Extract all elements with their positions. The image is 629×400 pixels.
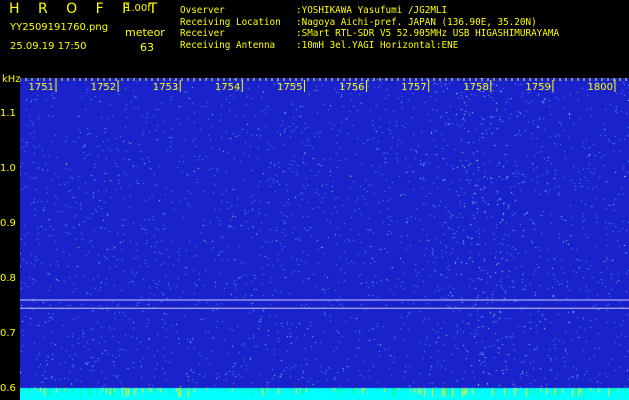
info-row-receiver: Receiver :SMart RTL-SDR V5 52.905MHz USB … [180, 28, 559, 40]
x-tick-label: 1755 [277, 82, 302, 93]
info-row-observer: Ovserver :YOSHIKAWA Yasufumi /JG2MLI [180, 5, 559, 17]
header: H R O F F T 1.00f YY2509191760.png meteo… [0, 0, 629, 76]
y-tick-label: 0.8 [0, 272, 16, 284]
y-tick-label: 0.6 [0, 382, 16, 394]
info-key: Receiving Antenna [180, 39, 276, 51]
info-value: :YOSHIKAWA Yasufumi /JG2MLI [296, 5, 448, 16]
spectrogram-plot: 1751 1752 1753 1754 1755 1756 1757 1758 1759 1800 [20, 78, 629, 400]
station-info: Ovserver :YOSHIKAWA Yasufumi /JG2MLI Rece… [180, 5, 559, 51]
x-tick-label: 1757 [401, 82, 426, 93]
y-tick-label: 0.7 [0, 327, 16, 339]
info-key: Ovserver [180, 5, 225, 16]
info-key: Receiving Location [180, 16, 281, 28]
x-tick-label: 1753 [153, 82, 178, 93]
meteor-label: meteor [125, 26, 165, 39]
y-tick-label: 0.9 [0, 217, 16, 229]
info-row-antenna: Receiving Antenna :10mH 3el.YAGI Horizont… [180, 40, 559, 52]
y-axis-ticks: 1.1 1.0 0.9 0.8 0.7 0.6 [0, 0, 20, 400]
x-tick-label: 1752 [91, 82, 116, 93]
spectrogram-overlay: 1751 1752 1753 1754 1755 1756 1757 1758 1759 1800 [20, 78, 629, 309]
x-tick-label: 1759 [525, 82, 550, 93]
x-tick-label: 1754 [215, 82, 240, 93]
x-tick-label: 1800 [588, 82, 613, 93]
x-tick-label: 1756 [339, 82, 364, 93]
version-label: 1.00f [125, 3, 151, 14]
y-tick-label: 1.0 [0, 162, 16, 174]
meteor-count: 63 [140, 41, 154, 54]
info-row-location: Receiving Location :Nagoya Aichi-pref. JA… [180, 17, 559, 29]
datetime-label: 25.09.19 17:50 [10, 41, 87, 52]
x-tick-label: 1758 [463, 82, 488, 93]
info-value: :Nagoya Aichi-pref. JAPAN (136.90E, 35.2… [296, 16, 537, 28]
filename-label: YY2509191760.png [10, 22, 109, 33]
y-tick-label: 1.1 [0, 107, 16, 119]
info-key: Receiver [180, 28, 225, 39]
info-value: :SMart RTL-SDR V5 52.905MHz USB HIGASHIM… [296, 28, 560, 39]
info-value: :10mH 3el.YAGI Horizontal:ENE [296, 39, 459, 51]
x-tick-label: 1751 [29, 82, 54, 93]
